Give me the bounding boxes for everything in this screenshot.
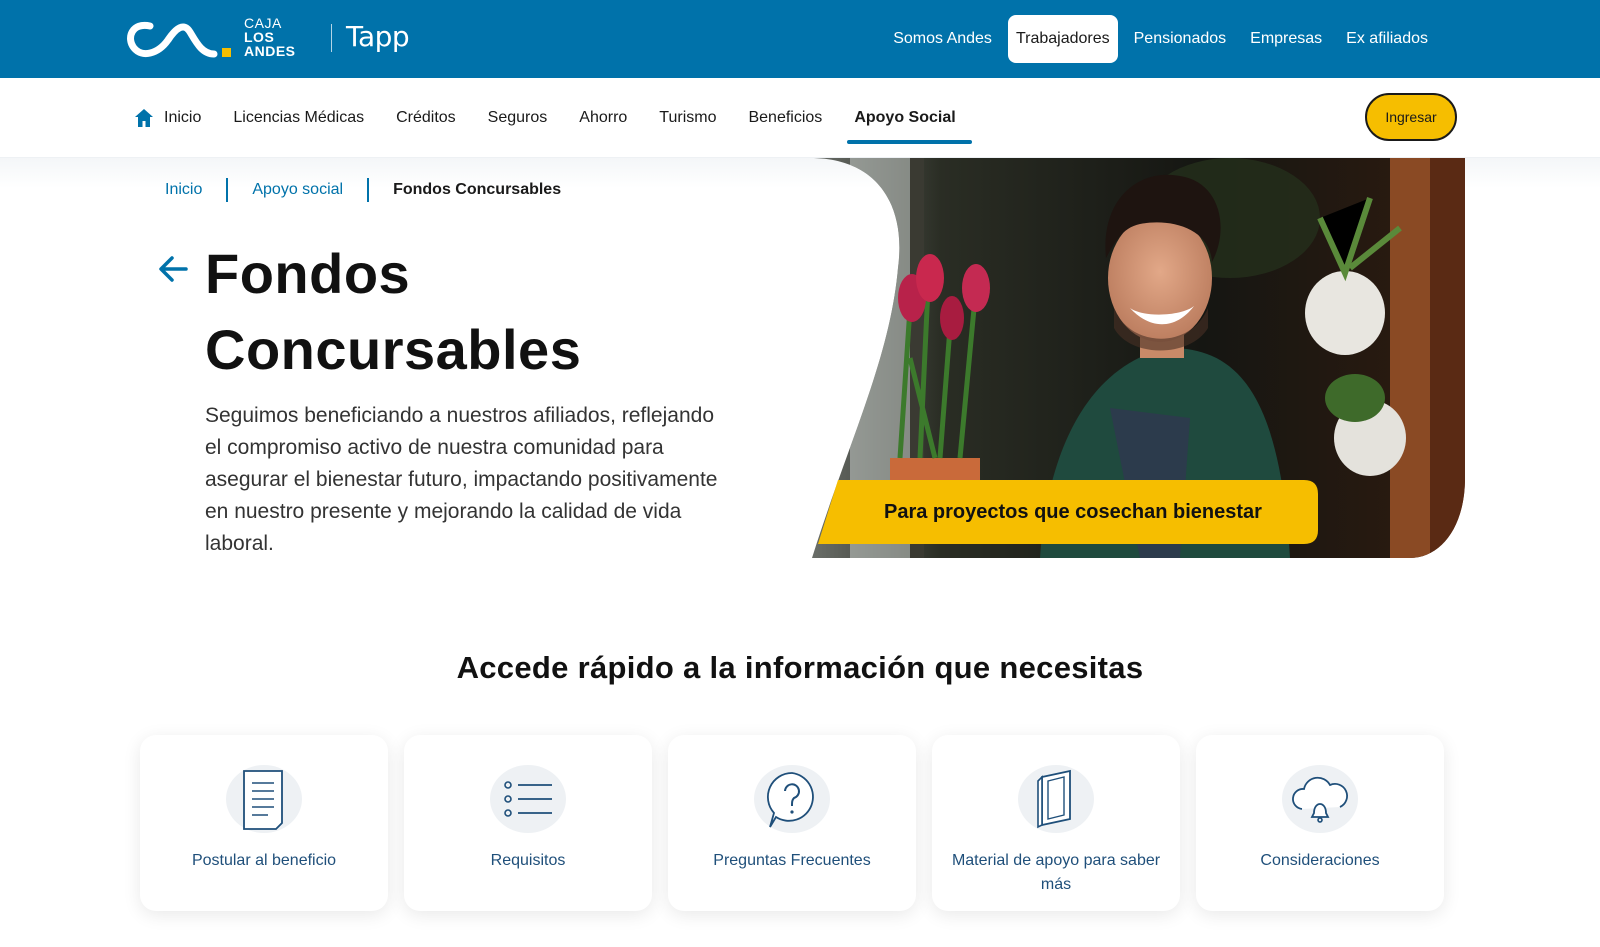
nav-item-seguros[interactable]: Seguros <box>488 102 548 134</box>
card-label: Preguntas Frecuentes <box>713 852 871 869</box>
nav-item-licencias-medicas[interactable]: Licencias Médicas <box>233 102 364 134</box>
nav-item-inicio[interactable]: Inicio <box>134 102 201 134</box>
card-preguntas-frecuentes[interactable]: Preguntas Frecuentes <box>668 735 916 911</box>
breadcrumb-apoyo-social[interactable]: Apoyo social <box>252 181 343 199</box>
breadcrumb-separator <box>367 178 370 202</box>
brand-line-1: CAJA <box>244 15 282 31</box>
tapp-logo: Tapp <box>346 20 410 53</box>
card-label: Requisitos <box>490 852 566 869</box>
hero-description: Seguimos beneficiando a nuestros afiliad… <box>205 404 718 555</box>
document-icon <box>226 765 302 833</box>
card-consideraciones[interactable]: Consideraciones <box>1196 735 1444 911</box>
nav-item-beneficios[interactable]: Beneficios <box>748 102 822 134</box>
book-icon <box>1018 765 1094 833</box>
breadcrumb-separator <box>226 178 229 202</box>
nav-item-label: Inicio <box>164 109 202 126</box>
card-material-apoyo[interactable]: Material de apoyo para saber más <box>932 735 1180 911</box>
back-arrow-icon[interactable] <box>156 252 190 286</box>
top-bar: CAJA LOS ANDES Tapp Somos Andes Trabajad… <box>0 0 1600 78</box>
card-label: Postular al beneficio <box>191 852 337 869</box>
topnav-trabajadores[interactable]: Trabajadores <box>1007 15 1118 63</box>
home-icon <box>135 109 153 127</box>
caja-los-andes-wordmark: CAJA LOS ANDES <box>244 16 296 58</box>
breadcrumb-current: Fondos Concursables <box>393 181 562 198</box>
question-icon <box>754 765 830 833</box>
nav-item-apoyo-social[interactable]: Apoyo Social <box>847 102 973 144</box>
quick-access-cards: Postular al beneficio Requisitos Pregunt… <box>140 735 1444 911</box>
audience-nav: Somos Andes Trabajadores Pensionados Emp… <box>885 15 1436 63</box>
topnav-somos-andes[interactable]: Somos Andes <box>885 15 1000 63</box>
page-title: Fondos Concursables <box>205 236 765 388</box>
caja-los-andes-logo[interactable]: CAJA LOS ANDES Tapp <box>124 14 410 64</box>
caja-logo-mark-icon <box>127 21 231 58</box>
nav-item-creditos[interactable]: Créditos <box>396 102 456 134</box>
page-title-line-2: Concursables <box>205 318 582 381</box>
card-label: Material de apoyo para saber más <box>951 852 1161 893</box>
brand-line-3: ANDES <box>244 43 296 59</box>
breadcrumb-inicio[interactable]: Inicio <box>165 181 202 199</box>
nav-item-turismo[interactable]: Turismo <box>659 102 716 134</box>
nav-item-ahorro[interactable]: Ahorro <box>579 102 627 134</box>
breadcrumb: Inicio Apoyo social Fondos Concursables <box>165 178 561 202</box>
logo-divider <box>331 24 332 52</box>
login-button[interactable]: Ingresar <box>1365 93 1457 141</box>
cloud-bell-icon <box>1282 765 1358 833</box>
main-nav: Inicio Licencias Médicas Créditos Seguro… <box>0 78 1600 158</box>
card-postular[interactable]: Postular al beneficio <box>140 735 388 911</box>
card-label: Consideraciones <box>1260 852 1380 869</box>
quick-access-title: Accede rápido a la información que neces… <box>456 650 1144 685</box>
list-icon <box>490 765 566 833</box>
topnav-pensionados[interactable]: Pensionados <box>1126 15 1235 63</box>
card-requisitos[interactable]: Requisitos <box>404 735 652 911</box>
topnav-empresas[interactable]: Empresas <box>1242 15 1330 63</box>
hero-tag-banner <box>818 480 1318 544</box>
page-title-line-1: Fondos <box>205 242 411 305</box>
brand-line-2: LOS <box>244 29 275 45</box>
topnav-ex-afiliados[interactable]: Ex afiliados <box>1338 15 1436 63</box>
